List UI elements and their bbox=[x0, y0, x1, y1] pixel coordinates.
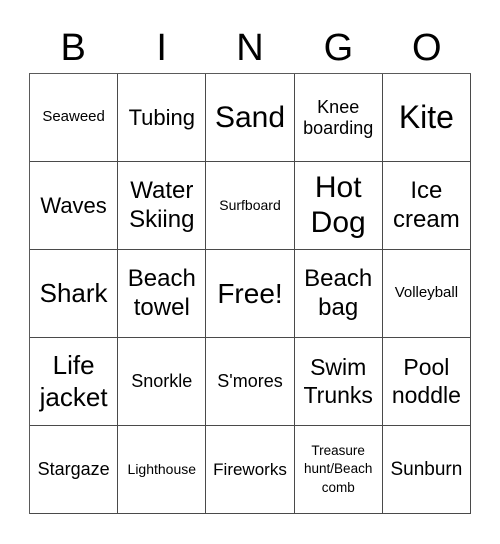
bingo-cell[interactable]: Volleyball bbox=[382, 250, 471, 338]
bingo-cell[interactable]: Kite bbox=[382, 74, 471, 162]
bingo-cell[interactable]: Fireworks bbox=[206, 426, 295, 514]
bingo-cell[interactable]: Waves bbox=[30, 162, 119, 250]
bingo-cell[interactable]: Beach bag bbox=[294, 250, 383, 338]
bingo-cell[interactable]: Life jacket bbox=[30, 338, 119, 426]
bingo-cell[interactable]: Free! bbox=[206, 250, 295, 338]
bingo-cell[interactable]: S'mores bbox=[206, 338, 295, 426]
header-letter-n: N bbox=[236, 27, 264, 69]
bingo-cell[interactable]: Water Skiing bbox=[118, 162, 207, 250]
bingo-header: B I N G O bbox=[29, 22, 471, 74]
bingo-card-grid: Seaweed Tubing Sand Knee boarding Kite W… bbox=[29, 73, 471, 514]
bingo-cell[interactable]: Knee boarding bbox=[294, 74, 383, 162]
bingo-cell[interactable]: Seaweed bbox=[30, 74, 119, 162]
bingo-cell[interactable]: Hot Dog bbox=[294, 162, 383, 250]
bingo-cell[interactable]: Sunburn bbox=[382, 426, 471, 514]
bingo-cell[interactable]: Beach towel bbox=[118, 250, 207, 338]
header-letter-g: G bbox=[323, 27, 354, 69]
bingo-cell[interactable]: Stargaze bbox=[30, 426, 119, 514]
bingo-cell[interactable]: Surfboard bbox=[206, 162, 295, 250]
header-letter-o: O bbox=[412, 27, 442, 69]
header-letter-b: B bbox=[60, 27, 86, 69]
bingo-cell[interactable]: Treasure hunt/Beach comb bbox=[294, 426, 383, 514]
bingo-cell[interactable]: Tubing bbox=[118, 74, 207, 162]
bingo-cell[interactable]: Ice cream bbox=[382, 162, 471, 250]
bingo-cell[interactable]: Sand bbox=[206, 74, 295, 162]
bingo-cell[interactable]: Lighthouse bbox=[118, 426, 207, 514]
bingo-cell[interactable]: Snorkle bbox=[118, 338, 207, 426]
bingo-cell[interactable]: Shark bbox=[30, 250, 119, 338]
bingo-cell[interactable]: Pool noddle bbox=[382, 338, 471, 426]
header-letter-i: I bbox=[156, 27, 167, 69]
bingo-cell[interactable]: Swim Trunks bbox=[294, 338, 383, 426]
